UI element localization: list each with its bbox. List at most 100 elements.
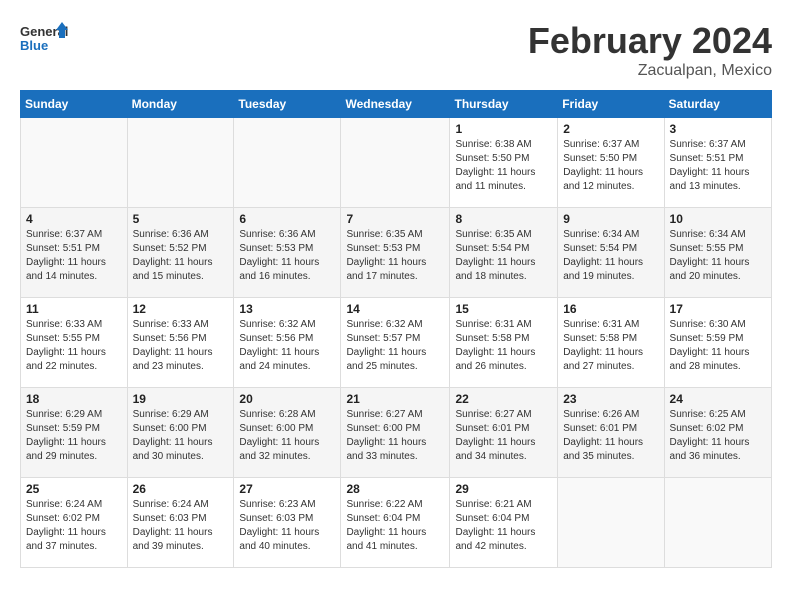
table-cell: 1 Sunrise: 6:38 AMSunset: 5:50 PMDaylight… [450,118,558,208]
daylight-hours: Daylight: 11 hours and 28 minutes. [670,347,750,372]
header: General Blue February 2024 Zacualpan, Me… [20,20,772,80]
day-number: 7 [346,212,444,226]
weekday-header-monday: Monday [127,91,234,118]
daylight-hours: Daylight: 11 hours and 22 minutes. [26,347,106,372]
table-cell [558,478,664,568]
day-info: Sunrise: 6:31 AMSunset: 5:58 PMDaylight:… [455,318,552,374]
day-number: 19 [133,392,229,406]
week-row-4: 18Sunrise: 6:29 AMSunset: 5:59 PMDayligh… [21,388,772,478]
day-info: Sunrise: 6:31 AMSunset: 5:58 PMDaylight:… [563,318,658,374]
day-number: 1 [455,122,552,136]
table-cell: 18Sunrise: 6:29 AMSunset: 5:59 PMDayligh… [21,388,128,478]
table-cell [127,118,234,208]
daylight-hours: Daylight: 11 hours and 36 minutes. [670,437,750,462]
table-cell: 12Sunrise: 6:33 AMSunset: 5:56 PMDayligh… [127,298,234,388]
day-number: 22 [455,392,552,406]
day-info: Sunrise: 6:36 AMSunset: 5:52 PMDaylight:… [133,228,229,284]
table-cell: 8Sunrise: 6:35 AMSunset: 5:54 PMDaylight… [450,208,558,298]
day-info: Sunrise: 6:34 AMSunset: 5:55 PMDaylight:… [670,228,766,284]
day-number: 21 [346,392,444,406]
table-cell: 28 Sunrise: 6:22 AMSunset: 6:04 PMDayligh… [341,478,450,568]
day-number: 25 [26,482,122,496]
day-info: Sunrise: 6:27 AMSunset: 6:01 PMDaylight:… [455,408,552,464]
day-number: 24 [670,392,766,406]
table-cell: 6 Sunrise: 6:36 AMSunset: 5:53 PMDaylight… [234,208,341,298]
day-info: Sunrise: 6:28 AMSunset: 6:00 PMDaylight:… [239,408,335,464]
table-cell: 9 Sunrise: 6:34 AMSunset: 5:54 PMDaylight… [558,208,664,298]
table-cell: 5 Sunrise: 6:36 AMSunset: 5:52 PMDaylight… [127,208,234,298]
table-cell [341,118,450,208]
day-number: 5 [133,212,229,226]
table-cell: 16Sunrise: 6:31 AMSunset: 5:58 PMDayligh… [558,298,664,388]
table-cell: 27Sunrise: 6:23 AMSunset: 6:03 PMDayligh… [234,478,341,568]
day-info: Sunrise: 6:36 AMSunset: 5:53 PMDaylight:… [239,228,335,284]
table-cell: 25 Sunrise: 6:24 AMSunset: 6:02 PMDayligh… [21,478,128,568]
daylight-hours: Daylight: 11 hours and 23 minutes. [133,347,213,372]
day-number: 6 [239,212,335,226]
day-number: 9 [563,212,658,226]
title-area: February 2024 Zacualpan, Mexico [528,20,772,80]
day-info: Sunrise: 6:25 AMSunset: 6:02 PMDaylight:… [670,408,766,464]
day-number: 20 [239,392,335,406]
daylight-hours: Daylight: 11 hours and 26 minutes. [455,347,535,372]
table-cell: 24 Sunrise: 6:25 AMSunset: 6:02 PMDayligh… [664,388,771,478]
daylight-hours: Daylight: 11 hours and 17 minutes. [346,257,426,282]
daylight-hours: Daylight: 11 hours and 39 minutes. [133,527,213,552]
daylight-hours: Daylight: 11 hours and 34 minutes. [455,437,535,462]
table-cell: 11 Sunrise: 6:33 AMSunset: 5:55 PMDayligh… [21,298,128,388]
calendar-title: February 2024 [528,20,772,62]
logo: General Blue [20,20,70,60]
day-info: Sunrise: 6:29 AMSunset: 6:00 PMDaylight:… [133,408,229,464]
table-cell [664,478,771,568]
table-cell: 20 Sunrise: 6:28 AMSunset: 6:00 PMDayligh… [234,388,341,478]
day-info: Sunrise: 6:24 AMSunset: 6:02 PMDaylight:… [26,498,122,554]
table-cell: 4Sunrise: 6:37 AMSunset: 5:51 PMDaylight… [21,208,128,298]
day-info: Sunrise: 6:35 AMSunset: 5:53 PMDaylight:… [346,228,444,284]
week-row-1: 1 Sunrise: 6:38 AMSunset: 5:50 PMDaylight… [21,118,772,208]
day-info: Sunrise: 6:37 AMSunset: 5:51 PMDaylight:… [670,138,766,194]
daylight-hours: Daylight: 11 hours and 13 minutes. [670,167,750,192]
day-number: 17 [670,302,766,316]
day-number: 15 [455,302,552,316]
table-cell: 15 Sunrise: 6:31 AMSunset: 5:58 PMDayligh… [450,298,558,388]
daylight-hours: Daylight: 11 hours and 32 minutes. [239,437,319,462]
table-cell: 2Sunrise: 6:37 AMSunset: 5:50 PMDaylight… [558,118,664,208]
day-info: Sunrise: 6:33 AMSunset: 5:55 PMDaylight:… [26,318,122,374]
logo-svg: General Blue [20,20,70,60]
calendar-subtitle: Zacualpan, Mexico [528,62,772,80]
daylight-hours: Daylight: 11 hours and 16 minutes. [239,257,319,282]
day-info: Sunrise: 6:22 AMSunset: 6:04 PMDaylight:… [346,498,444,554]
day-number: 28 [346,482,444,496]
day-info: Sunrise: 6:33 AMSunset: 5:56 PMDaylight:… [133,318,229,374]
table-cell: 22 Sunrise: 6:27 AMSunset: 6:01 PMDayligh… [450,388,558,478]
day-info: Sunrise: 6:34 AMSunset: 5:54 PMDaylight:… [563,228,658,284]
daylight-hours: Daylight: 11 hours and 41 minutes. [346,527,426,552]
weekday-header-thursday: Thursday [450,91,558,118]
day-info: Sunrise: 6:23 AMSunset: 6:03 PMDaylight:… [239,498,335,554]
table-cell: 3Sunrise: 6:37 AMSunset: 5:51 PMDaylight… [664,118,771,208]
day-number: 14 [346,302,444,316]
day-number: 2 [563,122,658,136]
day-number: 11 [26,302,122,316]
table-cell: 10Sunrise: 6:34 AMSunset: 5:55 PMDayligh… [664,208,771,298]
daylight-hours: Daylight: 11 hours and 14 minutes. [26,257,106,282]
daylight-hours: Daylight: 11 hours and 11 minutes. [455,167,535,192]
svg-text:Blue: Blue [20,38,48,53]
daylight-hours: Daylight: 11 hours and 18 minutes. [455,257,535,282]
daylight-hours: Daylight: 11 hours and 33 minutes. [346,437,426,462]
table-cell [234,118,341,208]
daylight-hours: Daylight: 11 hours and 29 minutes. [26,437,106,462]
day-info: Sunrise: 6:27 AMSunset: 6:00 PMDaylight:… [346,408,444,464]
week-row-5: 25 Sunrise: 6:24 AMSunset: 6:02 PMDayligh… [21,478,772,568]
daylight-hours: Daylight: 11 hours and 30 minutes. [133,437,213,462]
day-info: Sunrise: 6:38 AMSunset: 5:50 PMDaylight:… [455,138,552,194]
daylight-hours: Daylight: 11 hours and 20 minutes. [670,257,750,282]
day-number: 23 [563,392,658,406]
day-info: Sunrise: 6:37 AMSunset: 5:51 PMDaylight:… [26,228,122,284]
daylight-hours: Daylight: 11 hours and 35 minutes. [563,437,643,462]
daylight-hours: Daylight: 11 hours and 19 minutes. [563,257,643,282]
weekday-header-tuesday: Tuesday [234,91,341,118]
table-cell: 26Sunrise: 6:24 AMSunset: 6:03 PMDayligh… [127,478,234,568]
table-cell: 29Sunrise: 6:21 AMSunset: 6:04 PMDayligh… [450,478,558,568]
weekday-header-wednesday: Wednesday [341,91,450,118]
